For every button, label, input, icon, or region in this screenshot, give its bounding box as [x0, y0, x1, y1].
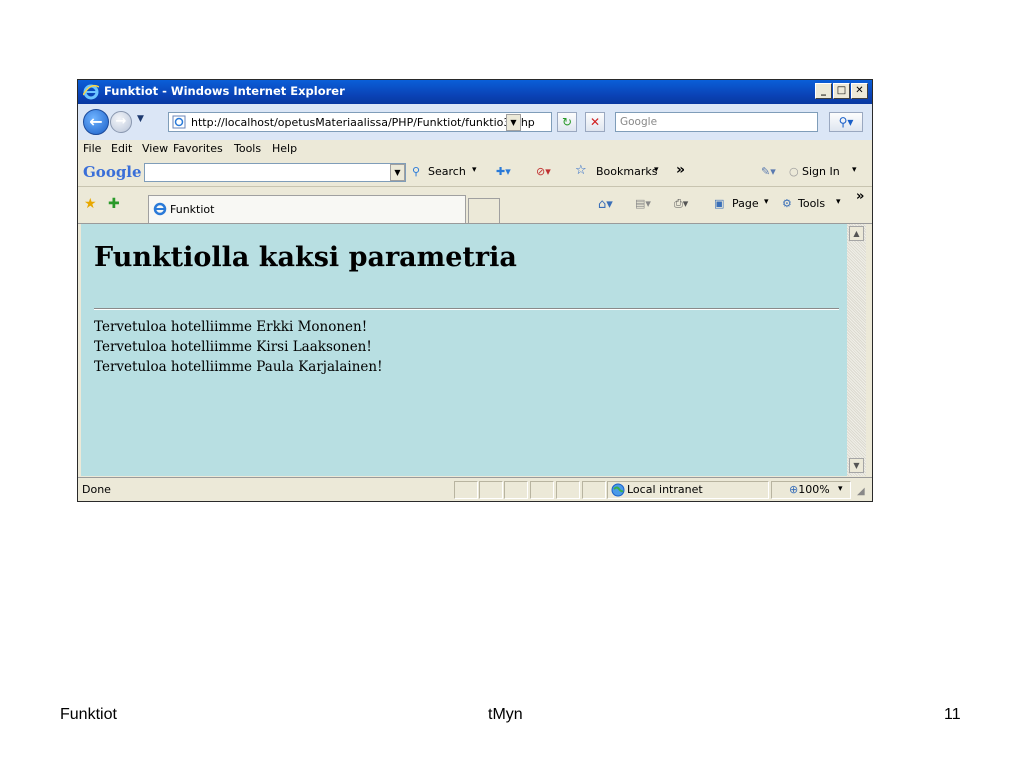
footer-title: Funktiot: [60, 706, 117, 723]
greeting-line: Tervetuloa hotelliimme Paula Karjalainen…: [94, 359, 383, 375]
bookmarks-dropdown-icon[interactable]: ▾: [654, 165, 659, 175]
menu-tools[interactable]: Tools: [234, 142, 261, 155]
menu-bar: File Edit View Favorites Tools Help: [78, 140, 872, 158]
google-search-icon: ⚲: [412, 165, 421, 178]
status-segment: [556, 481, 580, 499]
puzzle-icon[interactable]: ✚▾: [496, 165, 511, 178]
stop-icon[interactable]: ✕: [585, 112, 605, 132]
new-tab-button[interactable]: [468, 198, 500, 223]
refresh-icon[interactable]: ↻: [557, 112, 577, 132]
search-dropdown-icon[interactable]: ▾: [472, 165, 477, 175]
address-url: http://localhost/opetusMateriaalissa/PHP…: [191, 116, 535, 129]
navigation-bar: ← → ▼ http://localhost/opetusMateriaalis…: [78, 104, 872, 140]
status-text: Done: [82, 483, 111, 496]
status-segment: [479, 481, 503, 499]
scroll-up-icon[interactable]: ▲: [849, 226, 864, 241]
status-segment: [454, 481, 478, 499]
status-segment: [582, 481, 606, 499]
bookmarks-button[interactable]: Bookmarks: [596, 165, 657, 178]
gear-icon: ⚙: [782, 197, 792, 210]
tools-menu-button[interactable]: Tools: [798, 197, 825, 210]
history-dropdown-icon[interactable]: ▼: [137, 114, 144, 124]
google-toolbar: Google ▼ ⚲ Search ▾ ✚▾ ⊘▾ ☆ Bookmarks ▾ …: [78, 158, 872, 187]
resize-grip-icon[interactable]: ◢: [857, 486, 865, 497]
address-bar[interactable]: http://localhost/opetusMateriaalissa/PHP…: [168, 112, 552, 132]
popup-blocker-icon[interactable]: ⊘▾: [536, 165, 551, 178]
add-favorite-icon[interactable]: ✚: [108, 196, 120, 212]
menu-file[interactable]: File: [83, 142, 101, 155]
browser-window: Funktiot - Windows Internet Explorer _ □…: [77, 79, 873, 502]
star-icon: ☆: [575, 163, 587, 178]
sign-in-button[interactable]: Sign In: [802, 165, 840, 178]
globe-icon: [611, 483, 625, 497]
more-tools-button[interactable]: »: [676, 162, 685, 178]
address-dropdown-icon[interactable]: ▼: [506, 114, 521, 131]
zoom-dropdown-icon[interactable]: ▾: [838, 484, 843, 494]
feeds-icon[interactable]: ▤▾: [635, 197, 651, 210]
sign-in-dropdown-icon[interactable]: ▾: [852, 165, 857, 175]
favorites-star-icon[interactable]: ★: [84, 196, 97, 212]
greeting-line: Tervetuloa hotelliimme Erkki Mononen!: [94, 319, 368, 335]
zoom-level-button[interactable]: ⊕100%: [789, 483, 830, 496]
menu-view[interactable]: View: [142, 142, 168, 155]
tools-dropdown-icon[interactable]: ▾: [836, 197, 841, 207]
greeting-line: Tervetuloa hotelliimme Kirsi Laaksonen!: [94, 339, 372, 355]
printer-icon[interactable]: ⎙▾: [674, 197, 688, 211]
tab-funktiot[interactable]: Funktiot: [148, 195, 466, 223]
menu-favorites[interactable]: Favorites: [173, 142, 223, 155]
horizontal-rule: [94, 308, 839, 310]
magnifier-icon[interactable]: ⚲▾: [829, 112, 863, 132]
forward-arrow-icon[interactable]: →: [110, 111, 132, 133]
security-zone-label: Local intranet: [627, 483, 703, 496]
page-heading: Funktiolla kaksi parametria: [94, 242, 517, 273]
vertical-scrollbar[interactable]: ▲ ▼: [847, 224, 866, 476]
google-logo: Google: [83, 163, 142, 181]
status-segment: [530, 481, 554, 499]
window-title: Funktiot - Windows Internet Explorer: [104, 84, 345, 98]
more-commands-button[interactable]: »: [856, 189, 864, 204]
menu-help[interactable]: Help: [272, 142, 297, 155]
search-input[interactable]: Google: [615, 112, 818, 132]
back-arrow-icon[interactable]: ←: [83, 109, 109, 135]
ie-logo-icon: [83, 84, 99, 100]
google-search-button[interactable]: Search: [428, 165, 466, 178]
page-menu-button[interactable]: Page: [732, 197, 759, 210]
status-bar: Done Local intranet ⊕100% ▾ ◢: [78, 477, 872, 501]
google-search-dropdown-icon[interactable]: ▼: [390, 164, 405, 181]
ie-tab-icon: [153, 202, 167, 216]
maximize-button[interactable]: □: [833, 83, 850, 99]
wrench-icon[interactable]: ✎▾: [761, 165, 776, 178]
page-dropdown-icon[interactable]: ▾: [764, 197, 769, 207]
minimize-button[interactable]: _: [815, 83, 832, 99]
page-content: Funktiolla kaksi parametria Tervetuloa h…: [81, 224, 847, 476]
page-icon: [172, 115, 186, 129]
home-icon[interactable]: ⌂▾: [598, 197, 613, 212]
status-segment: [504, 481, 528, 499]
close-button[interactable]: ✕: [851, 83, 868, 99]
menu-edit[interactable]: Edit: [111, 142, 132, 155]
page-menu-icon: ▣: [714, 197, 725, 210]
google-search-input[interactable]: [144, 163, 406, 182]
footer-author: tMyn: [488, 706, 523, 723]
title-bar[interactable]: Funktiot - Windows Internet Explorer _ □…: [78, 80, 872, 104]
tab-bar: ★ ✚ Funktiot ⌂▾ ▤▾ ⎙▾ ▣ Page ▾ ⚙ Tools ▾…: [78, 187, 872, 224]
sign-in-circle-icon: ○: [789, 165, 799, 178]
footer-page-number: 11: [944, 706, 961, 723]
scroll-down-icon[interactable]: ▼: [849, 458, 864, 473]
